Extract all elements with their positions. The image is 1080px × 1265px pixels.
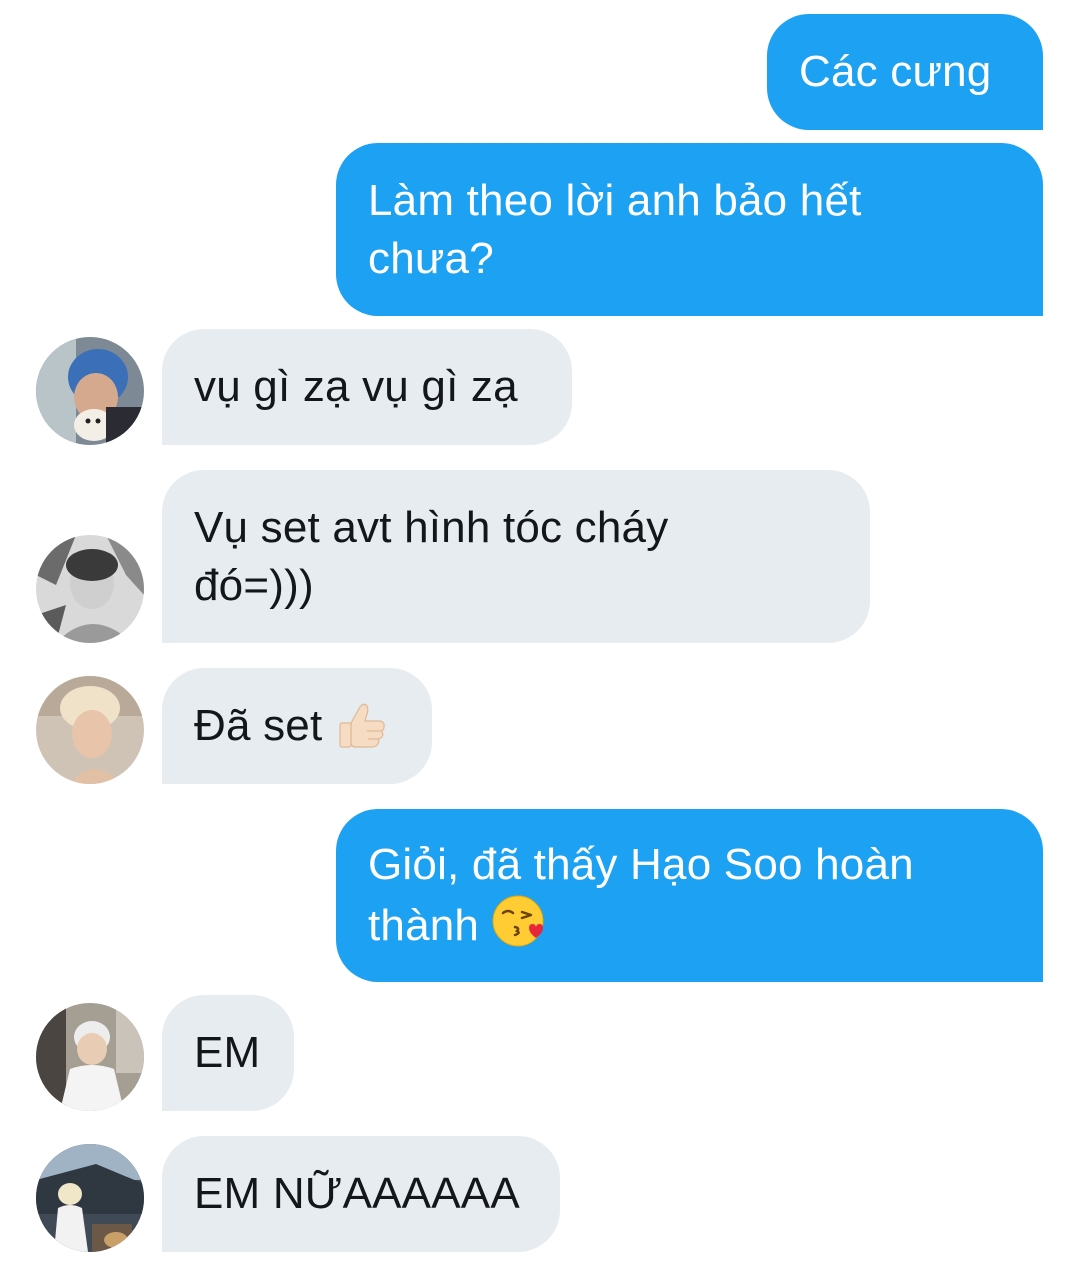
avatar[interactable] xyxy=(36,1144,144,1252)
outgoing-message-bubble[interactable]: Giỏi, đã thấy Hạo Soo hoàn thành xyxy=(336,809,1043,982)
message-text: Giỏi, đã thấy Hạo Soo hoàn thành xyxy=(368,836,914,955)
message-text: vụ gì zạ vụ gì zạ xyxy=(194,362,518,411)
message-text: Vụ set avt hình tóc cháy đó=))) xyxy=(194,502,669,610)
avatar-blue-hair-image xyxy=(36,337,144,445)
message-row: vụ gì zạ vụ gì zạ xyxy=(0,329,1080,445)
message-text: Làm theo lời anh bảo hết chưa? xyxy=(368,175,862,283)
incoming-message-bubble[interactable]: Vụ set avt hình tóc cháy đó=))) xyxy=(162,470,870,643)
message-row: Giỏi, đã thấy Hạo Soo hoàn thành xyxy=(0,809,1080,982)
message-row: EM NỮAAAAAA xyxy=(0,1136,1080,1252)
incoming-message-bubble[interactable]: vụ gì zạ vụ gì zạ xyxy=(162,329,572,445)
avatar-blonde-image xyxy=(36,676,144,784)
outgoing-message-bubble[interactable]: Các cưng xyxy=(767,14,1043,130)
outgoing-message-bubble[interactable]: Làm theo lời anh bảo hết chưa? xyxy=(336,143,1043,316)
message-text-content: Giỏi, đã thấy Hạo Soo hoàn thành xyxy=(368,840,914,950)
avatar[interactable] xyxy=(36,676,144,784)
avatar[interactable] xyxy=(36,1003,144,1111)
avatar[interactable] xyxy=(36,337,144,445)
message-row: EM xyxy=(0,995,1080,1111)
avatar-outdoor-image xyxy=(36,1144,144,1252)
message-text: EM NỮAAAAAA xyxy=(194,1169,520,1218)
message-text: Đã set xyxy=(194,701,323,750)
message-text: Các cưng xyxy=(799,47,992,96)
message-row: Vụ set avt hình tóc cháy đó=))) xyxy=(0,470,1080,643)
kissing-face-icon xyxy=(492,895,544,947)
incoming-message-bubble[interactable]: EM xyxy=(162,995,294,1111)
thumbs-up-icon xyxy=(339,703,386,748)
message-row: Các cưng xyxy=(0,14,1080,130)
message-text: EM xyxy=(194,1028,261,1077)
avatar-white-shirt-image xyxy=(36,1003,144,1111)
message-row: Làm theo lời anh bảo hết chưa? xyxy=(0,143,1080,316)
incoming-message-bubble[interactable]: EM NỮAAAAAA xyxy=(162,1136,560,1252)
incoming-message-bubble[interactable]: Đã set xyxy=(162,668,432,784)
avatar-monochrome-image xyxy=(36,535,144,643)
message-row: Đã set xyxy=(0,668,1080,784)
avatar[interactable] xyxy=(36,535,144,643)
